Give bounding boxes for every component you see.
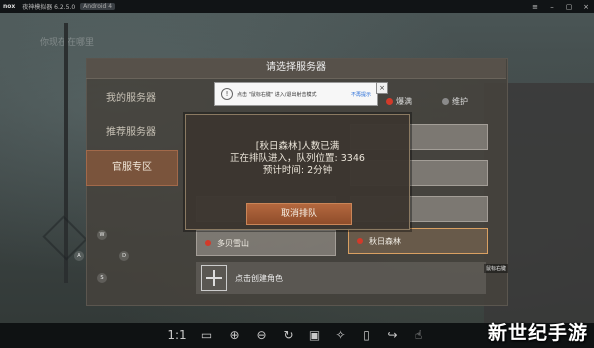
shooting-mode-toast: ! 点击 "鼠标右键" 进入/退出射击模式 不再提示	[214, 82, 378, 106]
key-hint-d: D	[119, 251, 129, 261]
site-watermark: 新世纪手游	[487, 322, 588, 344]
key-hint-s: S	[97, 273, 107, 283]
key-hint-a: A	[74, 251, 84, 261]
zoom-out-icon[interactable]: ⊖	[253, 327, 270, 344]
cancel-queue-button[interactable]: 取消排队	[246, 203, 352, 225]
tab-my-servers[interactable]: 我的服务器	[86, 82, 176, 116]
legend-maintenance-label: 维护	[452, 97, 468, 106]
full-status-dot	[205, 240, 211, 246]
tab-recommended-servers[interactable]: 推荐服务器	[86, 116, 176, 150]
save-icon[interactable]: ▣	[306, 327, 323, 344]
toast-close-icon[interactable]: ×	[376, 82, 388, 94]
dont-show-again-link[interactable]: 不再提示	[351, 91, 371, 98]
server-category-sidebar: 我的服务器 推荐服务器 官服专区	[86, 78, 178, 304]
emulator-logo: nox	[3, 3, 16, 10]
phone-icon[interactable]: ▯	[358, 327, 375, 344]
server-name: 多贝雪山	[217, 238, 249, 248]
server-item-duobei-snow[interactable]: 多贝雪山	[196, 230, 336, 256]
minimize-icon[interactable]: –	[548, 3, 556, 11]
emulator-app-name: 夜神模拟器 6.2.5.0	[22, 4, 76, 11]
legend-full-label: 爆满	[396, 97, 412, 106]
info-icon: !	[221, 88, 233, 100]
create-character-button[interactable]: 点击创建角色	[196, 262, 486, 294]
emulator-titlebar: nox 夜神模拟器 6.2.5.0 Android 4 ≡ – ▢ ×	[0, 0, 594, 13]
panel-title: 请选择服务器	[86, 58, 506, 79]
tab-official-servers[interactable]: 官服专区	[86, 150, 178, 186]
full-status-dot	[386, 98, 393, 105]
queue-position-text: 正在排队进入，队列位置: 3346	[230, 153, 365, 164]
touch-icon[interactable]: ☝	[410, 327, 427, 344]
screen-icon[interactable]: ▭	[198, 327, 215, 344]
share-icon[interactable]: ↪	[384, 327, 401, 344]
server-item-autumn-forest[interactable]: 秋日森林	[348, 228, 488, 254]
create-character-label: 点击创建角色	[235, 273, 283, 283]
toast-message: 点击 "鼠标右键" 进入/退出射击模式	[237, 91, 317, 98]
android-version-badge: Android 4	[80, 3, 116, 10]
bookmark-icon[interactable]: ✧	[332, 327, 349, 344]
close-icon[interactable]: ×	[582, 3, 590, 11]
rotate-icon[interactable]: ↻	[280, 327, 297, 344]
window-controls: ≡ – ▢ ×	[531, 0, 590, 13]
maximize-icon[interactable]: ▢	[565, 3, 573, 11]
maintenance-status-dot	[442, 98, 449, 105]
zoom-in-icon[interactable]: ⊕	[226, 327, 243, 344]
queue-eta-text: 预计时间: 2分钟	[262, 165, 333, 176]
right-click-hint-label: 鼠标右键	[484, 264, 509, 273]
legend-full: 爆满	[386, 96, 412, 107]
full-status-dot	[357, 238, 363, 244]
plus-icon	[201, 265, 227, 291]
server-name: 秋日森林	[369, 236, 401, 246]
menu-icon[interactable]: ≡	[531, 3, 539, 11]
legend-maintenance: 维护	[442, 96, 468, 107]
ratio-button[interactable]: 1:1	[165, 327, 189, 344]
queue-dialog: [秋日森林]人数已满 正在排队进入，队列位置: 3346 预计时间: 2分钟 取…	[185, 114, 410, 230]
key-hint-w: W	[97, 230, 107, 240]
queue-server-full-text: [秋日森林]人数已满	[255, 141, 340, 152]
